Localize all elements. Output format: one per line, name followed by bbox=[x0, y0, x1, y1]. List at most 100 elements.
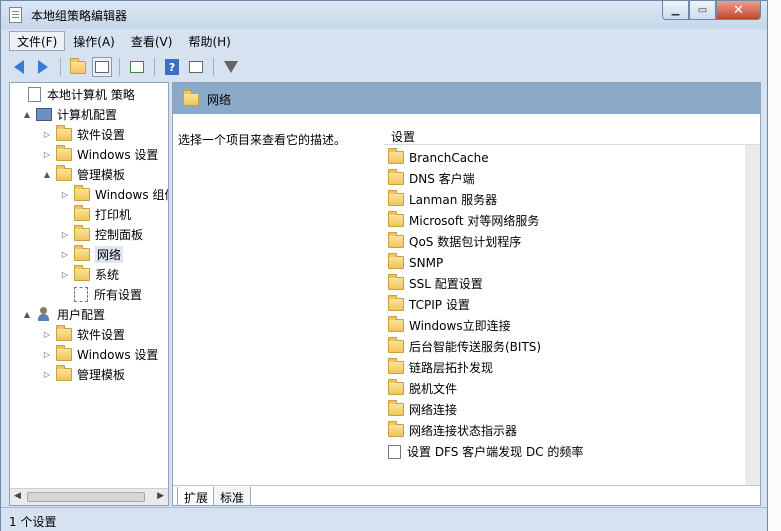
tree-item[interactable]: 本地计算机 策略 bbox=[14, 84, 135, 104]
expander-icon[interactable]: ▷ bbox=[42, 350, 52, 359]
expander-icon[interactable]: ▷ bbox=[42, 150, 52, 159]
back-button[interactable] bbox=[9, 57, 29, 77]
expander-icon[interactable]: ▲ bbox=[22, 110, 32, 119]
expander-icon[interactable]: ▷ bbox=[42, 370, 52, 379]
tab-extended[interactable]: 扩展 bbox=[177, 487, 216, 505]
tree-item-label: 控制面板 bbox=[95, 227, 144, 242]
tree-item[interactable]: ▷ Windows 设置 bbox=[42, 344, 158, 364]
tree-item-label: Windows 设置 bbox=[77, 347, 159, 362]
tree-item-label: Windows 设置 bbox=[77, 147, 159, 162]
details-header: 网络 bbox=[173, 83, 760, 114]
list-item-label: DNS 客户端 bbox=[409, 172, 475, 186]
document-icon bbox=[28, 86, 41, 102]
tree-item-label: 软件设置 bbox=[77, 327, 126, 342]
list-vertical-scrollbar[interactable] bbox=[745, 145, 760, 485]
details-title: 网络 bbox=[207, 93, 232, 107]
tree-item[interactable]: ▷ Windows 设置 bbox=[42, 144, 158, 164]
list-item-label: 网络连接 bbox=[409, 403, 458, 417]
list-item[interactable]: SSL 配置设置 bbox=[388, 273, 483, 294]
computer-icon bbox=[36, 107, 52, 121]
scroll-right-icon[interactable]: ▶ bbox=[157, 491, 164, 501]
tree-item[interactable]: ▷ 网络 bbox=[60, 244, 124, 264]
folder-icon bbox=[388, 421, 404, 437]
properties-button[interactable] bbox=[186, 57, 206, 77]
folder-icon bbox=[56, 164, 72, 181]
list-item[interactable]: TCPIP 设置 bbox=[388, 294, 470, 315]
show-hide-tree-button[interactable] bbox=[92, 57, 112, 77]
help-button[interactable]: ? bbox=[162, 57, 182, 77]
folder-icon bbox=[56, 364, 72, 381]
forward-button[interactable] bbox=[33, 57, 53, 77]
status-text: 1 个设置 bbox=[9, 515, 57, 529]
view-tabs: 扩展 标准 bbox=[173, 485, 760, 505]
expander-icon[interactable]: ▲ bbox=[22, 310, 32, 319]
description-text: 选择一个项目来查看它的描述。 bbox=[178, 133, 347, 147]
tree-item[interactable]: 打印机 bbox=[60, 204, 131, 224]
window-title: 本地组策略编辑器 bbox=[31, 9, 128, 23]
list-item-label: BranchCache bbox=[409, 150, 489, 165]
folder-icon bbox=[74, 204, 90, 221]
expander-icon[interactable]: ▷ bbox=[42, 330, 52, 339]
list-item[interactable]: DNS 客户端 bbox=[388, 168, 475, 189]
help-icon: ? bbox=[165, 59, 179, 75]
background-window-strip bbox=[766, 0, 781, 531]
tree-item[interactable]: ▲ 用户配置 bbox=[22, 304, 105, 324]
toolbar-separator bbox=[213, 58, 214, 76]
tree-item[interactable]: ▷ 管理模板 bbox=[42, 364, 125, 384]
folder-icon bbox=[74, 264, 90, 281]
all-settings-icon bbox=[74, 286, 88, 302]
expander-icon[interactable]: ▷ bbox=[60, 190, 70, 199]
list-item[interactable]: 脱机文件 bbox=[388, 378, 457, 399]
menu-bar: 文件(F) 操作(A) 查看(V) 帮助(H) bbox=[9, 31, 239, 51]
tree-item[interactable]: ▲ 计算机配置 bbox=[22, 104, 117, 124]
list-item[interactable]: 后台智能传送服务(BITS) bbox=[388, 336, 541, 357]
expander-icon[interactable]: ▲ bbox=[42, 170, 52, 179]
scroll-left-icon[interactable]: ◀ bbox=[14, 491, 21, 501]
tree-item[interactable]: ▲ 管理模板 bbox=[42, 164, 125, 184]
tree-item[interactable]: ▷ 软件设置 bbox=[42, 124, 125, 144]
menu-file[interactable]: 文件(F) bbox=[9, 31, 66, 51]
tree-horizontal-scrollbar[interactable]: ◀ ▶ bbox=[10, 488, 168, 505]
console-tree: 本地计算机 策略 ▲ 计算机配置 ▷ 软件设置 ▷ Windows 设置 ▲ 管理模板 ▷ Wind… bbox=[9, 82, 169, 506]
filter-button[interactable] bbox=[221, 57, 241, 77]
menu-view[interactable]: 查看(V) bbox=[123, 31, 181, 51]
settings-list: 设置 BranchCache DNS 客户端 Lanman 服务器 Microsoft… bbox=[384, 125, 760, 485]
close-button[interactable]: ✕ bbox=[716, 1, 761, 20]
tab-standard[interactable]: 标准 bbox=[213, 487, 252, 505]
tree-item-label: 计算机配置 bbox=[57, 107, 118, 122]
expander-icon[interactable]: ▷ bbox=[60, 250, 70, 259]
list-item[interactable]: Microsoft 对等网络服务 bbox=[388, 210, 539, 231]
folder-icon bbox=[388, 190, 404, 206]
list-item[interactable]: Windows立即连接 bbox=[388, 315, 511, 336]
menu-action[interactable]: 操作(A) bbox=[65, 31, 123, 51]
export-list-button[interactable] bbox=[127, 57, 147, 77]
details-pane: 网络 选择一个项目来查看它的描述。 设置 BranchCache DNS 客户端 L… bbox=[172, 82, 761, 506]
menu-help[interactable]: 帮助(H) bbox=[180, 31, 238, 51]
tree-item[interactable]: ▷ 软件设置 bbox=[42, 324, 125, 344]
up-folder-button[interactable] bbox=[68, 57, 88, 77]
list-item[interactable]: 设置 DFS 客户端发现 DC 的频率 bbox=[388, 441, 583, 462]
list-item-label: Microsoft 对等网络服务 bbox=[409, 214, 540, 228]
list-item[interactable]: Lanman 服务器 bbox=[388, 189, 497, 210]
tree-item[interactable]: 所有设置 bbox=[60, 284, 142, 304]
list-item-label: 设置 DFS 客户端发现 DC 的频率 bbox=[407, 445, 584, 459]
folder-icon bbox=[388, 337, 404, 353]
list-item[interactable]: 链路层拓扑发现 bbox=[388, 357, 493, 378]
list-item[interactable]: BranchCache bbox=[388, 147, 489, 168]
toolbar-separator bbox=[154, 58, 155, 76]
minimize-button[interactable]: ▁ bbox=[662, 1, 689, 20]
maximize-button[interactable]: ▭ bbox=[689, 1, 716, 20]
expander-icon[interactable]: ▷ bbox=[42, 130, 52, 139]
expander-icon[interactable]: ▷ bbox=[60, 270, 70, 279]
tree-item[interactable]: ▷ 控制面板 bbox=[60, 224, 143, 244]
list-item[interactable]: SNMP bbox=[388, 252, 443, 273]
column-header-setting[interactable]: 设置 bbox=[384, 125, 760, 145]
list-item[interactable]: QoS 数据包计划程序 bbox=[388, 231, 521, 252]
list-item[interactable]: 网络连接 bbox=[388, 399, 457, 420]
list-item[interactable]: 网络连接状态指示器 bbox=[388, 420, 517, 441]
tree-item[interactable]: ▷ Windows 组件 bbox=[60, 184, 168, 204]
folder-icon bbox=[56, 144, 72, 161]
tree-item[interactable]: ▷ 系统 bbox=[60, 264, 119, 284]
scroll-thumb[interactable] bbox=[27, 492, 145, 502]
expander-icon[interactable]: ▷ bbox=[60, 230, 70, 239]
